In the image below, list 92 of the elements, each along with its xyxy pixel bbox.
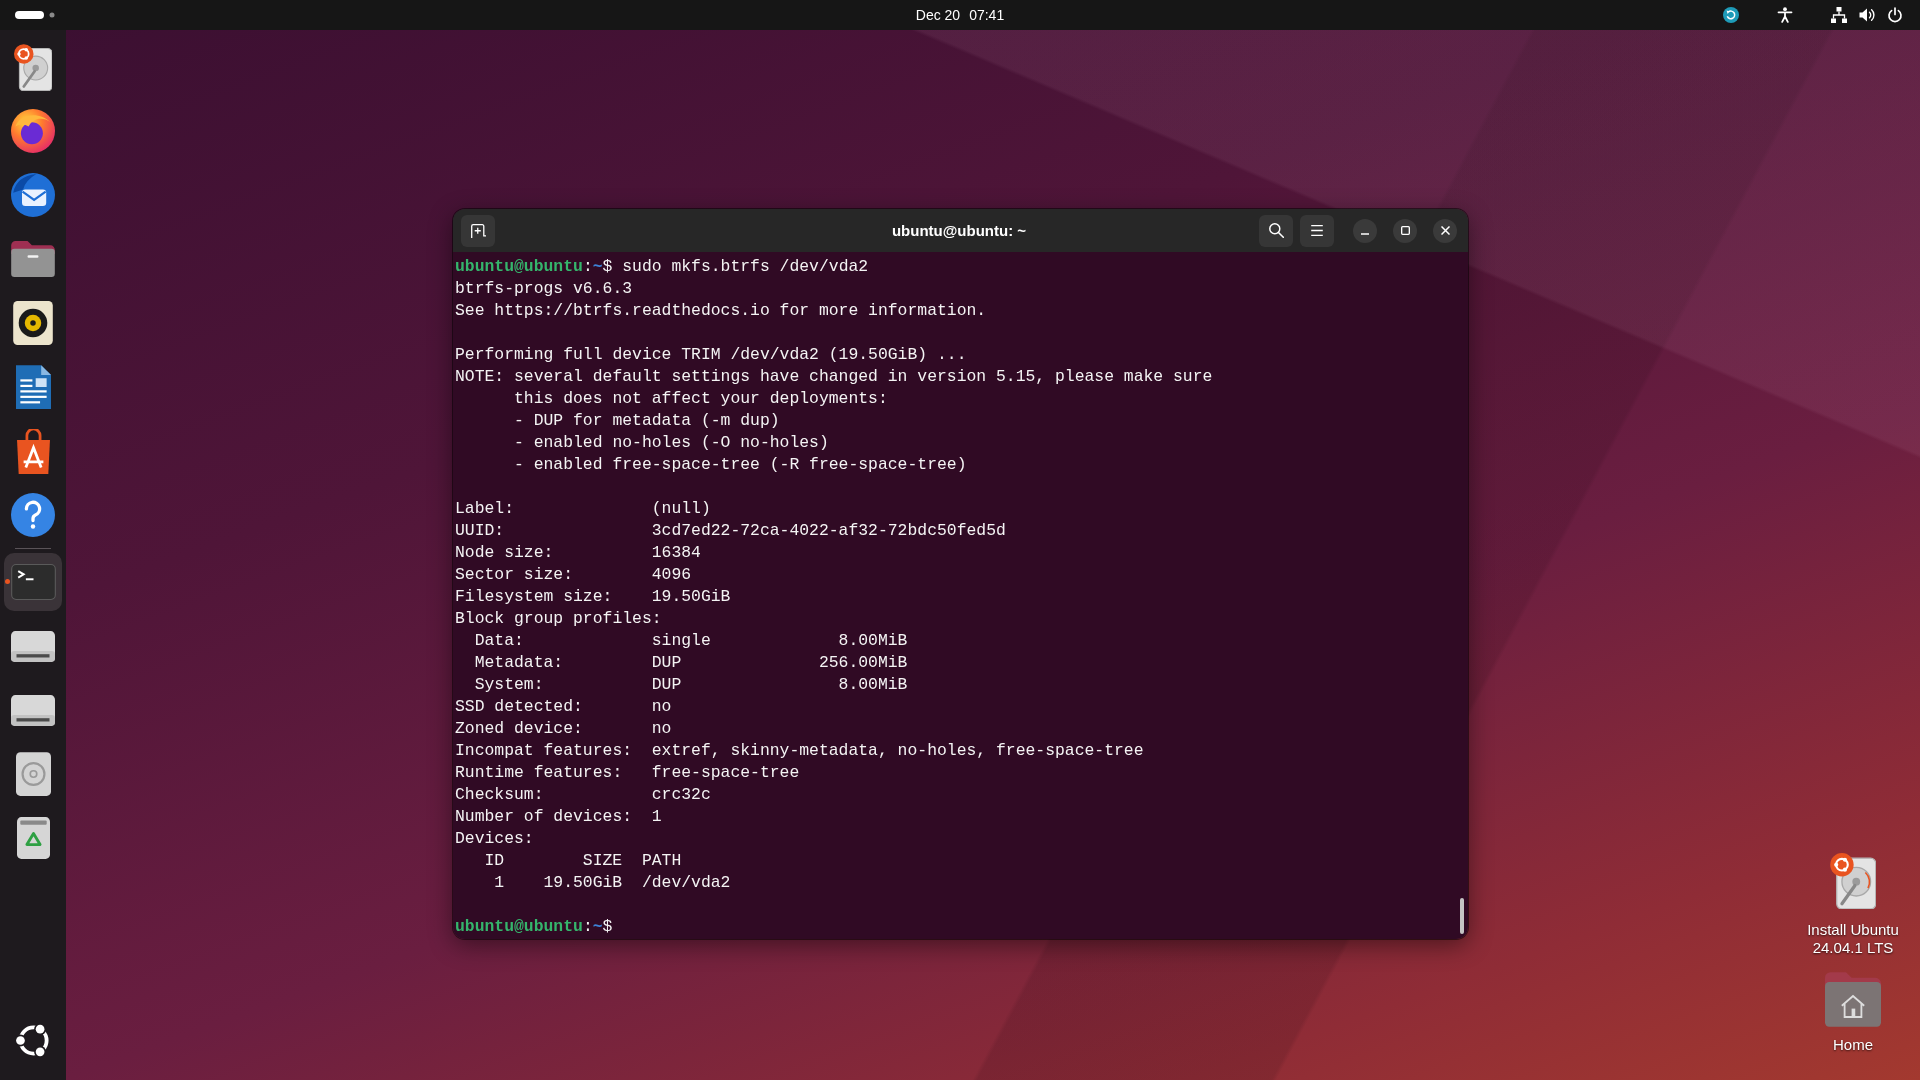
output-line: btrfs-progs v6.6.3: [455, 278, 633, 300]
terminal-icon: [10, 564, 56, 600]
network-icon: [1831, 7, 1847, 23]
field-value: no: [651, 718, 672, 740]
profile-label: Data:: [474, 630, 524, 652]
shell-prompt: ubuntu@ubuntu:~$: [455, 916, 613, 938]
profile-size: 8.00MiB: [838, 674, 908, 696]
search-button[interactable]: [1259, 214, 1293, 247]
running-indicator-icon: [5, 579, 10, 584]
field-value: 1: [651, 806, 662, 828]
profile-size: 256.00MiB: [818, 652, 908, 674]
profile-type: DUP: [651, 652, 682, 674]
menu-icon: [1311, 225, 1323, 236]
system-menu-button[interactable]: [1831, 7, 1903, 23]
folder-icon: [11, 241, 55, 277]
help-icon: [11, 493, 55, 537]
section-label: Block group profiles:: [455, 608, 662, 630]
profile-type: DUP: [651, 674, 682, 696]
field-label: Filesystem size:: [455, 586, 613, 608]
home-folder-icon: [1825, 972, 1881, 1027]
maximize-icon: [1400, 226, 1410, 235]
scrollbar[interactable]: [1460, 898, 1464, 934]
hard-disk-icon: [1830, 853, 1876, 909]
field-label: Number of devices:: [455, 806, 633, 828]
field-value: 4096: [651, 564, 692, 586]
dots-ring-icon: [15, 1022, 51, 1058]
field-label: Zoned device:: [455, 718, 583, 740]
speaker-icon: [13, 301, 53, 345]
field-value: 3cd7ed22-72ca-4022-af32-72bdc50fed5d: [651, 520, 1006, 542]
desktop-shortcut[interactable]: Install Ubuntu 24.04.1 LTS: [1803, 853, 1903, 957]
field-value: crc32c: [651, 784, 711, 806]
field-label: Runtime features:: [455, 762, 623, 784]
profile-type: single: [651, 630, 711, 652]
close-button[interactable]: [1433, 218, 1457, 243]
note-item: - enabled free-space-tree (-R free-space-tree): [514, 454, 967, 476]
shell-prompt: ubuntu@ubuntu:~$: [455, 256, 613, 278]
desktop-shortcut[interactable]: Home: [1803, 972, 1903, 1054]
output-line: Performing full device TRIM /dev/vda2 (19.50GiB) ...: [455, 344, 967, 366]
menu-button[interactable]: [1300, 214, 1334, 247]
profile-size: 8.00MiB: [838, 630, 908, 652]
activities-button[interactable]: [15, 11, 55, 19]
output-line: See https://btrfs.readthedocs.io for more information.: [455, 300, 987, 322]
field-label: UUID:: [455, 520, 505, 542]
table-cell: 1: [494, 872, 505, 894]
minimize-icon: [1361, 232, 1369, 235]
accessibility-icon[interactable]: [1777, 7, 1793, 23]
field-value: extref, skinny-metadata, no-holes, free-space-tree: [651, 740, 1144, 762]
note-text: several default settings have changed in version 5.15, please make sure: [514, 366, 1213, 388]
field-label: Label:: [455, 498, 515, 520]
field-label: Node size:: [455, 542, 554, 564]
table-cell: /dev/vda2: [641, 872, 731, 894]
tab-plus-icon: [470, 223, 486, 238]
note-item: - DUP for metadata (-m dup): [514, 410, 780, 432]
field-value: 19.50GiB: [651, 586, 731, 608]
command-text: sudo mkfs.btrfs /dev/vda2: [622, 256, 869, 278]
shopping-bag-icon: [16, 428, 50, 474]
note-text: this does not affect your deployments:: [514, 388, 888, 410]
profile-label: Metadata:: [474, 652, 564, 674]
field-value: no: [651, 696, 672, 718]
fox-globe-icon: [11, 109, 55, 153]
clock-button[interactable]: Dec 20 07:41: [915, 7, 1005, 23]
note-item: - enabled no-holes (-O no-holes): [514, 432, 829, 454]
table-header: ID: [484, 850, 505, 872]
field-value: (null): [651, 498, 711, 520]
close-icon: [1440, 226, 1450, 235]
field-label: SSD detected:: [455, 696, 583, 718]
field-label: Incompat features:: [455, 740, 633, 762]
new-tab-button[interactable]: [461, 214, 495, 247]
field-value: 16384: [651, 542, 701, 564]
maximize-button[interactable]: [1393, 218, 1417, 243]
document-icon: [15, 365, 51, 409]
workspace-indicator-icon: [15, 11, 55, 19]
hard-disk-icon: [14, 43, 52, 91]
section-label: Devices:: [455, 828, 534, 850]
field-label: Checksum:: [455, 784, 544, 806]
field-label: Sector size:: [455, 564, 574, 586]
drive-icon: [11, 694, 55, 726]
search-icon: [1268, 223, 1284, 238]
minimize-button[interactable]: [1353, 218, 1377, 243]
field-value: free-space-tree: [651, 762, 800, 784]
power-icon: [1887, 7, 1903, 23]
trash-icon: [16, 817, 50, 859]
profile-label: System:: [474, 674, 544, 696]
drive-icon: [11, 630, 55, 662]
volume-icon: [1859, 7, 1875, 23]
table-header: SIZE: [582, 850, 623, 872]
mail-icon: [11, 173, 55, 217]
note-label: NOTE:: [455, 366, 505, 388]
table-cell: 19.50GiB: [543, 872, 623, 894]
circular-arrow-icon[interactable]: [1723, 7, 1739, 23]
table-header: PATH: [641, 850, 682, 872]
window-title: ubuntu@ubuntu: ~: [891, 222, 1027, 239]
